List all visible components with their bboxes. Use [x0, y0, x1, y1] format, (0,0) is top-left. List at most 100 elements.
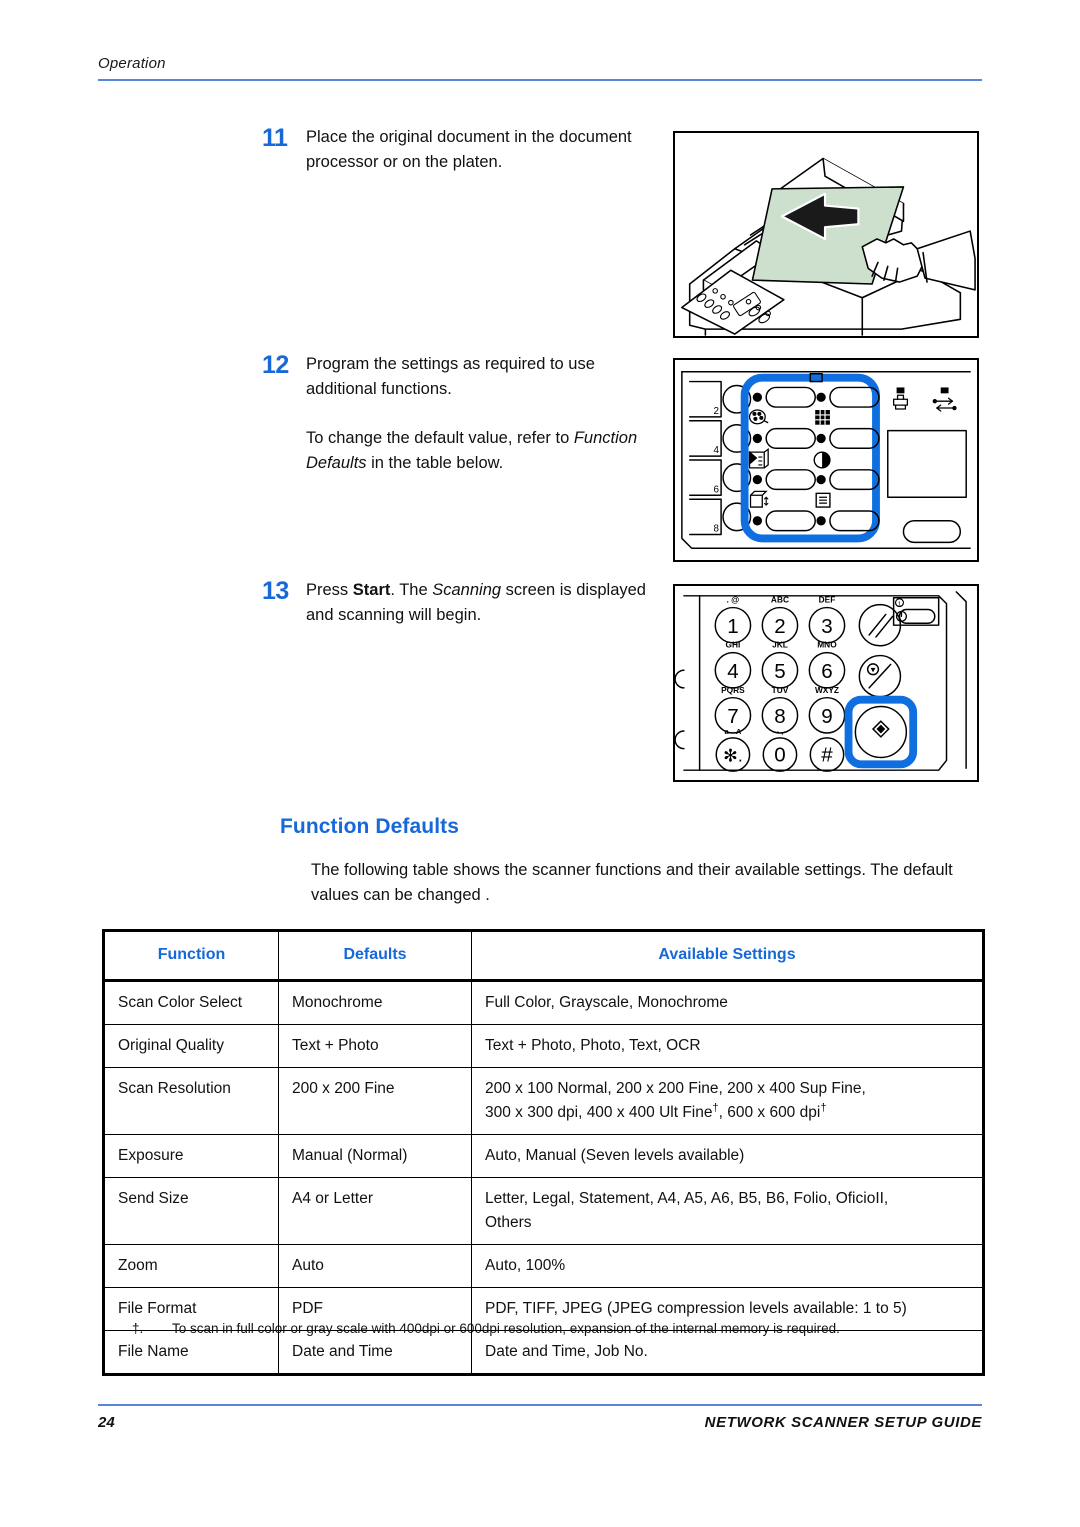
key-digit-8: 8 — [774, 705, 785, 728]
key-letters-9: WXYZ — [815, 685, 839, 695]
step-12-para2-pre: To change the default value, refer to — [306, 429, 574, 447]
step-12-paragraph-1: Program the settings as required to use … — [306, 355, 595, 398]
table-row: Scan Color Select Monochrome Full Color,… — [102, 980, 985, 1025]
step-12-number: 12 — [262, 351, 289, 379]
transmit-icon — [932, 387, 957, 412]
stop-clear-key — [858, 654, 902, 698]
key-digit-2: 2 — [774, 615, 785, 638]
cell-available: Auto, 100% — [471, 1244, 985, 1288]
key-letters-6: MNO — [817, 640, 837, 650]
step-13-pre: Press — [306, 581, 353, 599]
step-12: 12 Program the settings as required to u… — [262, 352, 656, 476]
cell-function: Zoom — [102, 1244, 279, 1288]
key-letters-0: - , — [777, 727, 784, 736]
key-digit-7: 7 — [727, 705, 738, 728]
key-letters-8: TUV — [772, 685, 789, 695]
table-row: Scan Resolution 200 x 200 Fine 200 x 100… — [102, 1067, 985, 1135]
function-defaults-table: Function Defaults Available Settings Sca… — [102, 929, 985, 1376]
footer-page-number: 24 — [98, 1414, 115, 1431]
footnote-marker: †. — [132, 1321, 144, 1336]
step-13-number: 13 — [262, 577, 289, 605]
step-13-paragraph: Press Start. The Scanning screen is disp… — [306, 578, 656, 628]
footer-guide-title: NETWORK SCANNER SETUP GUIDE — [704, 1414, 982, 1431]
step-11-body: Place the original document in the docum… — [306, 125, 656, 175]
cell-defaults: Text + Photo — [278, 1024, 472, 1068]
table-header-row: Function Defaults Available Settings — [102, 929, 985, 982]
key-letters-2: ABC — [771, 595, 789, 605]
key-letters-3: DEF — [819, 595, 836, 605]
cell-available: Full Color, Grayscale, Monochrome — [471, 980, 985, 1025]
step-11: 11 Place the original document in the do… — [262, 125, 656, 175]
page-header: Operation — [98, 55, 982, 81]
start-key — [854, 705, 908, 759]
key-digit-6: 6 — [821, 660, 832, 683]
cell-defaults: Auto — [278, 1244, 472, 1288]
original-quality-icon — [748, 447, 769, 469]
header-section-title: Operation — [98, 55, 166, 72]
step-13-bold: Start — [352, 581, 391, 599]
grid-halftone-icon — [815, 410, 830, 425]
key-digit-asterisk: ✻. — [723, 745, 743, 765]
function-key-row-3 — [752, 469, 880, 491]
svg-text:1: 1 — [898, 602, 901, 608]
available-line-1: 200 x 100 Normal, 200 x 200 Fine, 200 x … — [485, 1080, 866, 1097]
function-key-row-1 — [752, 386, 880, 408]
available-line-2b: , 600 x 600 dpi — [718, 1104, 821, 1121]
control-panel-function-keys-illustration: 2 4 6 8 — [673, 358, 979, 562]
power-indicator-icon: 1 — [894, 598, 904, 608]
one-touch-label-6: 6 — [713, 484, 719, 495]
step-13-body: Press Start. The Scanning screen is disp… — [306, 578, 656, 628]
cell-available: Text + Photo, Photo, Text, OCR — [471, 1024, 985, 1068]
cell-defaults: Manual (Normal) — [278, 1134, 472, 1178]
cell-function: Send Size — [102, 1177, 279, 1245]
section-intro-paragraph: The following table shows the scanner fu… — [311, 861, 953, 904]
function-defaults-table-wrapper: Function Defaults Available Settings Sca… — [102, 929, 985, 1376]
header-divider — [98, 79, 982, 81]
key-digit-0: 0 — [774, 743, 785, 766]
step-11-number: 11 — [262, 124, 288, 152]
table-row: Original Quality Text + Photo Text + Pho… — [102, 1024, 985, 1068]
column-header-function: Function — [102, 929, 279, 982]
key-digit-hash: # — [821, 743, 833, 766]
send-size-icon — [749, 490, 769, 508]
printer-icon — [893, 387, 909, 410]
cell-function: Original Quality — [102, 1024, 279, 1068]
cell-function: Scan Color Select — [102, 980, 279, 1025]
step-12-paragraph-2: To change the default value, refer to Fu… — [306, 426, 656, 476]
file-format-icon — [815, 492, 831, 508]
cell-defaults: 200 x 200 Fine — [278, 1067, 472, 1135]
key-digit-5: 5 — [774, 660, 785, 683]
column-header-defaults: Defaults — [278, 929, 472, 982]
key-letters-asterisk: a↔A — [725, 727, 742, 736]
footer-divider — [98, 1404, 982, 1406]
table-footnote: †. To scan in full color or gray scale w… — [132, 1318, 982, 1339]
dagger-mark-2: † — [820, 1101, 827, 1114]
one-touch-label-8: 8 — [713, 524, 719, 535]
step-12-para2-post: in the table below. — [366, 454, 504, 472]
one-touch-label-2: 2 — [713, 406, 718, 417]
function-key-row-2 — [752, 427, 880, 449]
numeric-keypad-start-key-illustration: 1 1 2 3 4 5 6 7 8 9 ✻. 0 # . @ ABC DEF G… — [673, 584, 979, 782]
available-line-2a: 300 x 300 dpi, 400 x 400 Ult Fine — [485, 1104, 713, 1121]
key-letters-7: PQRS — [721, 685, 745, 695]
cell-defaults: A4 or Letter — [278, 1177, 472, 1245]
key-letters-5: JKL — [772, 640, 788, 650]
cell-defaults: Monochrome — [278, 980, 472, 1025]
table-row: Exposure Manual (Normal) Auto, Manual (S… — [102, 1134, 985, 1178]
key-digit-4: 4 — [727, 660, 738, 683]
document-processor-loading-illustration — [673, 131, 979, 338]
color-palette-icon — [748, 409, 769, 425]
cell-function: Exposure — [102, 1134, 279, 1178]
available-line-2: Others — [485, 1214, 532, 1231]
table-row: Send Size A4 or Letter Letter, Legal, St… — [102, 1177, 985, 1245]
column-header-available-settings: Available Settings — [471, 929, 985, 982]
key-digit-3: 3 — [821, 615, 832, 638]
section-heading-function-defaults: Function Defaults — [280, 815, 460, 838]
cell-available: Letter, Legal, Statement, A4, A5, A6, B5… — [471, 1177, 985, 1245]
table-row: Zoom Auto Auto, 100% — [102, 1244, 985, 1288]
cell-function: Scan Resolution — [102, 1067, 279, 1135]
available-line-1: Letter, Legal, Statement, A4, A5, A6, B5… — [485, 1190, 889, 1207]
step-13-mid: . The — [390, 581, 433, 599]
cell-available: 200 x 100 Normal, 200 x 200 Fine, 200 x … — [471, 1067, 985, 1135]
key-letters-1: . @ — [727, 595, 740, 605]
